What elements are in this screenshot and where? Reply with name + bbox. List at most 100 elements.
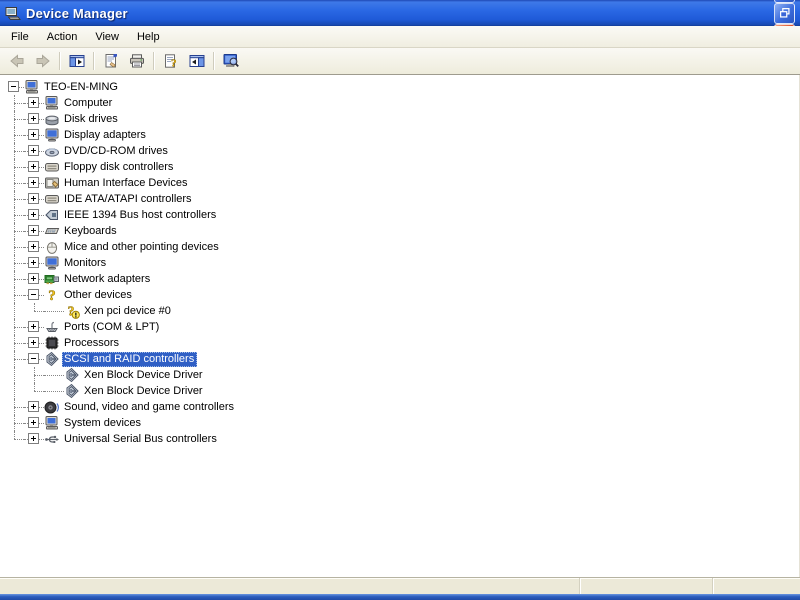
svg-text:?: ? — [48, 288, 56, 303]
print-button[interactable] — [125, 50, 149, 72]
tree-item-xen-block-device-driver: Xen Block Device Driver — [4, 383, 799, 399]
tree-item-keyboards: Keyboards — [4, 223, 799, 239]
tree-item-processors: Processors — [4, 335, 799, 351]
tree-connector — [4, 143, 24, 159]
show-hide-action-pane-button[interactable] — [185, 50, 209, 72]
tree-connector — [4, 223, 24, 239]
statusbar — [0, 577, 800, 594]
menu-action[interactable]: Action — [38, 28, 87, 46]
expand-box-icon[interactable] — [28, 337, 39, 348]
tree-connector — [4, 127, 24, 143]
expand-box-icon[interactable] — [28, 401, 39, 412]
tree-label-teo-en-ming[interactable]: TEO-EN-MING — [42, 80, 121, 95]
menu-help[interactable]: Help — [128, 28, 169, 46]
toolbar-separator — [59, 52, 61, 70]
tree-label-ieee-1394-bus-host-controllers[interactable]: IEEE 1394 Bus host controllers — [62, 208, 219, 223]
restore-icon — [778, 6, 792, 20]
expand-box-icon[interactable] — [28, 177, 39, 188]
tree-label-display-adapters[interactable]: Display adapters — [62, 128, 149, 143]
tree-label-disk-drives[interactable]: Disk drives — [62, 112, 121, 127]
tree-connector — [4, 431, 24, 447]
expand-box-icon[interactable] — [28, 433, 39, 444]
expand-box-icon[interactable] — [28, 225, 39, 236]
tree-guide — [4, 303, 24, 319]
expand-box-icon[interactable] — [28, 417, 39, 428]
tree-label-floppy-disk-controllers[interactable]: Floppy disk controllers — [62, 160, 176, 175]
toolbar-separator — [213, 52, 215, 70]
tree-item-xen-pci-device-0: ?Xen pci device #0 — [4, 303, 799, 319]
expand-box-icon[interactable] — [28, 129, 39, 140]
expand-toggle — [24, 239, 44, 255]
expand-box-icon[interactable] — [28, 97, 39, 108]
expand-toggle — [24, 127, 44, 143]
arrow-left-icon — [9, 53, 25, 69]
tree-label-network-adapters[interactable]: Network adapters — [62, 272, 153, 287]
tree-guide — [4, 367, 24, 383]
tree-connector — [24, 383, 44, 399]
expand-toggle — [24, 207, 44, 223]
controller-icon — [44, 159, 60, 175]
network-icon — [44, 271, 60, 287]
tree-label-system-devices[interactable]: System devices — [62, 416, 144, 431]
keyboard-icon — [44, 223, 60, 239]
expand-box-icon[interactable] — [28, 161, 39, 172]
expand-box-icon[interactable] — [28, 209, 39, 220]
window-bottom-border — [0, 594, 800, 600]
tree-label-monitors[interactable]: Monitors — [62, 256, 109, 271]
tree-connector — [44, 303, 64, 319]
show-hide-console-tree-button[interactable] — [65, 50, 89, 72]
tree-label-universal-serial-bus-controllers[interactable]: Universal Serial Bus controllers — [62, 432, 220, 447]
toolbar: ? — [0, 48, 800, 75]
tree-connector — [4, 95, 24, 111]
expand-box-icon[interactable] — [28, 321, 39, 332]
tree-label-ports-com-lpt[interactable]: Ports (COM & LPT) — [62, 320, 162, 335]
restore-button[interactable] — [774, 3, 795, 24]
statusbar-panel-2 — [581, 578, 713, 594]
help-button[interactable]: ? — [159, 50, 183, 72]
tree-label-other-devices[interactable]: Other devices — [62, 288, 135, 303]
tree-connector — [4, 255, 24, 271]
properties-button[interactable] — [99, 50, 123, 72]
expand-box-icon[interactable] — [28, 257, 39, 268]
expand-toggle — [24, 287, 44, 303]
forward-button[interactable] — [31, 50, 55, 72]
collapse-box-icon[interactable] — [28, 353, 39, 364]
tree-label-processors[interactable]: Processors — [62, 336, 122, 351]
tree-label-human-interface-devices[interactable]: Human Interface Devices — [62, 176, 191, 191]
tree-label-xen-pci-device-0[interactable]: Xen pci device #0 — [82, 304, 174, 319]
tree-label-mice-and-other-pointing-devices[interactable]: Mice and other pointing devices — [62, 240, 222, 255]
tree-label-keyboards[interactable]: Keyboards — [62, 224, 120, 239]
scan-for-hardware-changes-button[interactable] — [219, 50, 243, 72]
ieee1394-icon — [44, 207, 60, 223]
tree-connector — [4, 415, 24, 431]
collapse-box-icon[interactable] — [28, 289, 39, 300]
tree-label-computer[interactable]: Computer — [62, 96, 115, 111]
window-title: Device Manager — [26, 6, 772, 21]
expand-box-icon[interactable] — [28, 193, 39, 204]
usb-icon — [44, 431, 60, 447]
scsi-icon — [64, 383, 80, 399]
expand-box-icon[interactable] — [28, 241, 39, 252]
tree-label-xen-block-device-driver[interactable]: Xen Block Device Driver — [82, 368, 206, 383]
tree-item-computer: Computer — [4, 95, 799, 111]
menu-file[interactable]: File — [2, 28, 38, 46]
tree-label-ide-ata-atapi-controllers[interactable]: IDE ATA/ATAPI controllers — [62, 192, 195, 207]
tree-connector — [4, 191, 24, 207]
expand-toggle — [24, 319, 44, 335]
tree-label-sound-video-and-game-controllers[interactable]: Sound, video and game controllers — [62, 400, 237, 415]
expand-toggle — [24, 143, 44, 159]
tree-label-scsi-and-raid-controllers[interactable]: SCSI and RAID controllers — [62, 352, 197, 367]
toolbar-separator — [93, 52, 95, 70]
tree-label-xen-block-device-driver[interactable]: Xen Block Device Driver — [82, 384, 206, 399]
tree-connector — [4, 207, 24, 223]
device-tree: TEO-EN-MINGComputerDisk drivesDisplay ad… — [0, 75, 800, 577]
expand-toggle — [24, 159, 44, 175]
expand-box-icon[interactable] — [28, 113, 39, 124]
tree-label-dvd-cd-rom-drives[interactable]: DVD/CD-ROM drives — [62, 144, 171, 159]
back-button[interactable] — [5, 50, 29, 72]
collapse-box-icon[interactable] — [8, 81, 19, 92]
expand-box-icon[interactable] — [28, 273, 39, 284]
menu-view[interactable]: View — [86, 28, 128, 46]
expand-box-icon[interactable] — [28, 145, 39, 156]
titlebar[interactable]: Device Manager — [0, 0, 800, 26]
